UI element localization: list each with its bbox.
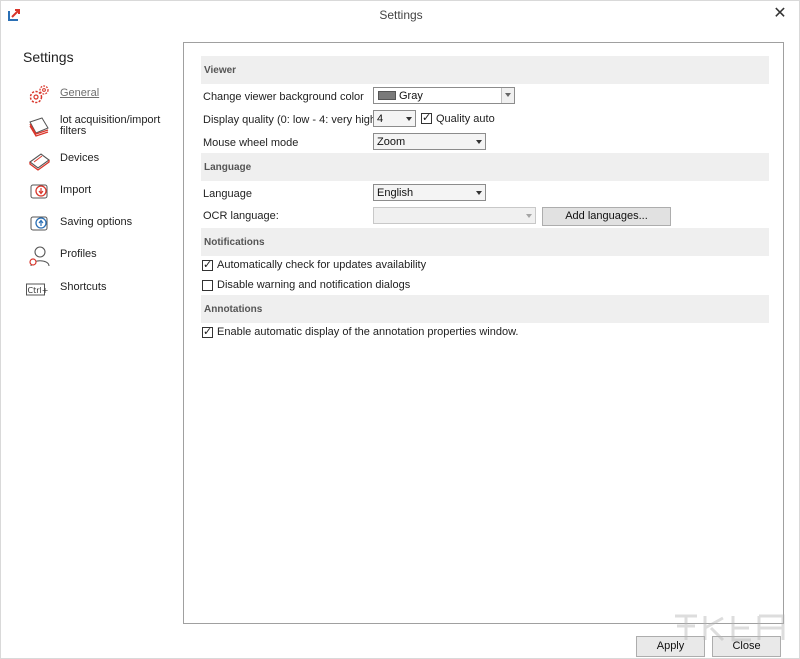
window-title: Settings [379, 8, 423, 22]
dropdown-button [501, 88, 514, 103]
title-bar: Settings ✕ [1, 1, 800, 29]
sidebar-item-import[interactable]: Import [25, 180, 175, 204]
color-swatch [378, 91, 396, 100]
sidebar-item-acquisition-filters[interactable]: lot acquisition/import filters [25, 113, 175, 143]
section-header-viewer: Viewer [201, 56, 769, 84]
close-window-button[interactable]: ✕ [769, 4, 791, 24]
ocr-language-select[interactable] [373, 207, 536, 224]
bg-color-select[interactable]: Gray [373, 87, 515, 104]
bg-color-label: Change viewer background color [203, 91, 364, 103]
section-header-notifications: Notifications [201, 228, 769, 256]
watermark-logo-icon [675, 614, 785, 642]
sidebar-item-label: Saving options [60, 216, 133, 228]
chevron-down-icon [476, 140, 482, 144]
disable-warnings-checkbox[interactable] [202, 280, 213, 291]
select-value: Gray [399, 90, 423, 102]
select-value: 4 [377, 113, 384, 125]
display-quality-select[interactable]: 4 [373, 110, 416, 127]
select-value: English [377, 187, 414, 199]
add-languages-button[interactable]: Add languages... [542, 207, 671, 226]
sidebar-item-label: lot acquisition/import filters [60, 114, 161, 137]
chevron-down-icon [476, 191, 482, 195]
chevron-down-icon [406, 117, 412, 121]
section-title: Annotations [204, 304, 263, 315]
section-title: Language [204, 162, 252, 173]
language-select[interactable]: English [373, 184, 486, 201]
chevron-down-icon [505, 93, 511, 97]
svg-text:Ctrl+: Ctrl+ [28, 286, 49, 295]
mouse-wheel-select[interactable]: Zoom [373, 133, 486, 150]
scanner-icon [29, 153, 50, 171]
sidebar-title: Settings [23, 49, 74, 65]
section-header-language: Language [201, 153, 769, 181]
settings-panel: Viewer Change viewer background color Gr… [183, 42, 784, 624]
disable-warnings-label: Disable warning and notification dialogs [217, 279, 411, 291]
quality-auto-label: Quality auto [436, 113, 495, 125]
sidebar-item-profiles[interactable]: Profiles [25, 244, 175, 268]
sidebar-item-general[interactable]: General [25, 83, 175, 107]
select-value: Zoom [377, 136, 406, 148]
section-title: Notifications [204, 237, 265, 248]
annotation-auto-display-label: Enable automatic display of the annotati… [217, 326, 519, 338]
keyboard-shortcut-icon: Ctrl+ [26, 283, 49, 296]
sidebar-item-label: Import [60, 184, 92, 196]
auto-check-updates-label: Automatically check for updates availabi… [217, 259, 427, 271]
sidebar-item-saving-options[interactable]: Saving options [25, 212, 175, 236]
quality-auto-checkbox[interactable] [421, 111, 432, 124]
user-profile-icon [29, 246, 50, 267]
save-icon [30, 216, 48, 231]
sidebar-item-devices[interactable]: Devices [25, 148, 175, 172]
gears-icon [29, 85, 49, 104]
auto-check-updates-checkbox[interactable] [202, 258, 213, 271]
ocr-language-label: OCR language: [203, 210, 279, 222]
section-title: Viewer [204, 65, 237, 76]
section-header-annotations: Annotations [201, 295, 769, 323]
settings-window: Settings ✕ Settings General lot acquisit… [0, 0, 800, 659]
annotation-auto-display-checkbox[interactable] [202, 325, 213, 338]
sidebar-item-label: General [60, 87, 100, 99]
mouse-wheel-label: Mouse wheel mode [203, 137, 299, 149]
sidebar-item-label: Devices [60, 152, 100, 164]
display-quality-label: Display quality (0: low - 4: very high) [203, 114, 380, 126]
document-stack-icon [29, 117, 49, 137]
import-icon [30, 184, 48, 199]
sidebar-item-label: Profiles [60, 248, 97, 260]
sidebar-item-label: Shortcuts [60, 281, 107, 293]
chevron-down-icon [526, 214, 532, 218]
language-label: Language [203, 188, 252, 200]
sidebar-item-shortcuts[interactable]: Ctrl+ Shortcuts [25, 277, 175, 301]
